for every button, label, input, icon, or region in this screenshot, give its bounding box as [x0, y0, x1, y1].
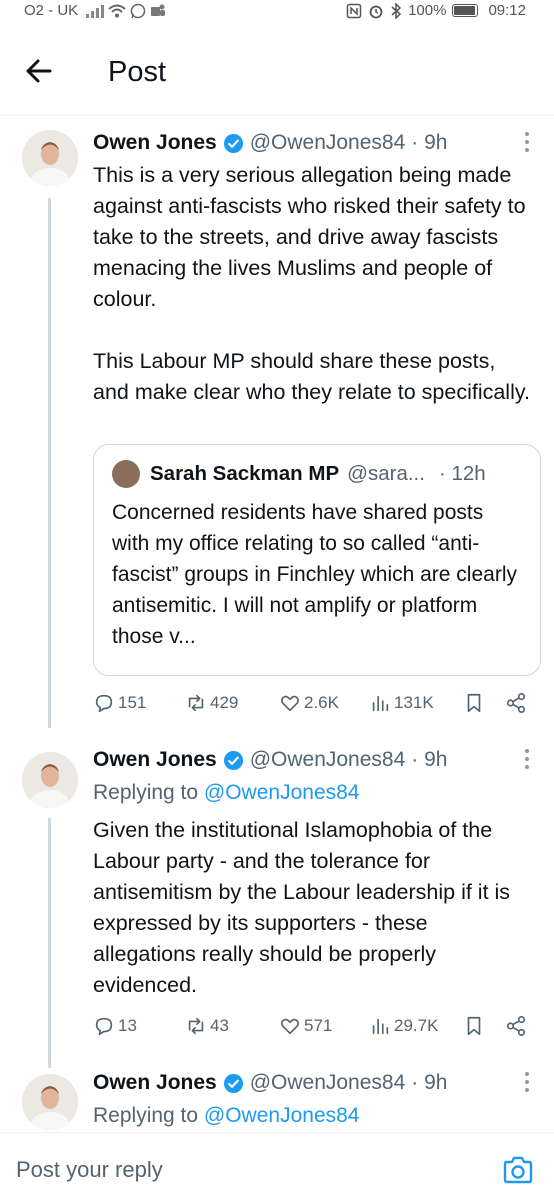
verified-badge-icon [223, 133, 243, 153]
like-icon [281, 1018, 299, 1035]
verified-badge-icon [223, 1073, 243, 1093]
battery-percent: 100% [408, 2, 447, 19]
replying-to: Replying to @OwenJones84 [93, 781, 359, 805]
author-handle[interactable]: @OwenJones84 [250, 748, 406, 772]
replying-to: Replying to @OwenJones84 [93, 1104, 359, 1128]
post-header: Owen Jones @OwenJones84 · 9h [93, 745, 534, 775]
bookmark-icon [467, 1016, 481, 1036]
like-count: 2.6K [304, 693, 339, 712]
post-header: Owen Jones @OwenJones84 · 9h [93, 1068, 534, 1098]
reply-count: 151 [118, 693, 147, 712]
replying-to-mention[interactable]: @OwenJones84 [204, 781, 360, 804]
share-icon [506, 693, 526, 713]
repost-count: 43 [210, 1016, 229, 1035]
repost-button[interactable]: 429 [185, 692, 238, 714]
reply-count: 13 [118, 1016, 137, 1035]
post-header: Owen Jones @OwenJones84 · 9h [93, 128, 534, 158]
wifi-icon [108, 4, 126, 17]
whatsapp-icon [130, 3, 146, 18]
battery-icon [452, 4, 479, 17]
top-app-bar: Post [0, 34, 554, 116]
status-bar: O2 - UK 100% 09:12 [0, 0, 554, 24]
teams-icon [151, 4, 166, 16]
bookmark-icon [467, 693, 481, 713]
more-icon[interactable] [522, 749, 532, 771]
like-icon [281, 695, 299, 712]
reply-composer [0, 1132, 554, 1200]
repost-count: 429 [210, 693, 239, 712]
author-handle[interactable]: @OwenJones84 [250, 131, 406, 155]
quoted-avatar [112, 460, 140, 488]
post-time: · 9h [411, 131, 448, 154]
author-name[interactable]: Owen Jones [93, 1071, 217, 1095]
reply-button[interactable]: 13 [93, 1015, 137, 1037]
share-button[interactable] [505, 692, 527, 714]
camera-icon[interactable] [502, 1155, 534, 1185]
more-icon[interactable] [522, 132, 532, 154]
bookmark-button[interactable] [463, 1015, 485, 1037]
view-count: 131K [394, 693, 434, 712]
reply-input[interactable] [16, 1157, 456, 1183]
post-time: · 9h [411, 748, 448, 771]
back-arrow-icon[interactable] [22, 54, 56, 88]
post-reply[interactable]: Owen Jones @OwenJones84 · 9h Replying to… [0, 1068, 554, 1132]
views-button[interactable]: 131K [369, 692, 434, 714]
replying-to-prefix: Replying to [93, 1104, 204, 1127]
author-name[interactable]: Owen Jones [93, 131, 217, 155]
repost-button[interactable]: 43 [185, 1015, 229, 1037]
replying-to-prefix: Replying to [93, 781, 204, 804]
nfc-icon [346, 3, 362, 18]
reply-icon [95, 1017, 113, 1036]
views-button[interactable]: 29.7K [369, 1015, 438, 1037]
more-icon[interactable] [522, 1072, 532, 1094]
signal-icon [86, 4, 105, 18]
post-actions: 13 43 571 29.7K [93, 1013, 533, 1043]
page-title: Post [108, 56, 167, 88]
views-icon [372, 695, 389, 712]
carrier-label: O2 - UK [24, 2, 79, 19]
share-button[interactable] [505, 1015, 527, 1037]
verified-badge-icon [223, 750, 243, 770]
post-reply[interactable]: Owen Jones @OwenJones84 · 9h Replying to… [0, 745, 554, 1055]
signal-icons [86, 3, 166, 19]
quoted-post-text: Concerned residents have shared posts wi… [112, 501, 517, 648]
post-text: Given the institutional Islamophobia of … [93, 818, 511, 997]
views-icon [372, 1018, 389, 1035]
reply-icon [95, 694, 113, 713]
reply-button[interactable]: 151 [93, 692, 146, 714]
quoted-post-header: Sarah Sackman MP @sara... · 12h [112, 459, 526, 489]
post-text: This is a very serious allegation being … [93, 163, 530, 404]
post-actions: 151 429 2.6K 131K [93, 690, 533, 720]
share-icon [506, 1016, 526, 1036]
like-button[interactable]: 571 [279, 1015, 332, 1037]
replying-to-mention[interactable]: @OwenJones84 [204, 1104, 360, 1127]
alarm-icon [369, 5, 383, 18]
author-handle[interactable]: @OwenJones84 [250, 1071, 406, 1095]
post-main[interactable]: Owen Jones @OwenJones84 · 9h This is a v… [0, 128, 554, 728]
bluetooth-icon [391, 2, 402, 19]
view-count: 29.7K [394, 1016, 439, 1035]
quoted-post[interactable]: Sarah Sackman MP @sara... · 12h Concerne… [93, 444, 541, 676]
post-time: · 9h [411, 1071, 448, 1094]
author-name[interactable]: Owen Jones [93, 748, 217, 772]
repost-icon [188, 694, 204, 712]
like-count: 571 [304, 1016, 333, 1035]
quoted-author-name: Sarah Sackman MP [150, 462, 340, 485]
bookmark-button[interactable] [463, 692, 485, 714]
quoted-author-handle: @sara... [347, 462, 425, 485]
quoted-post-time: · 12h [438, 462, 486, 485]
repost-icon [188, 1017, 204, 1035]
clock: 09:12 [488, 2, 526, 19]
like-button[interactable]: 2.6K [279, 692, 339, 714]
